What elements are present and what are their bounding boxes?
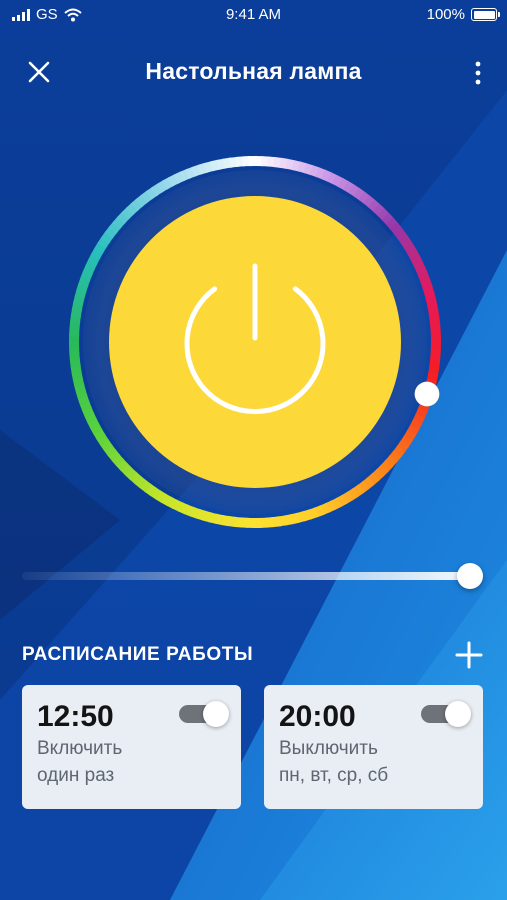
schedule-title: РАСПИСАНИЕ РАБОТЫ <box>22 644 254 665</box>
hue-slider-handle[interactable] <box>414 381 440 407</box>
schedule-toggle[interactable] <box>179 701 229 727</box>
schedule-card[interactable]: 12:50 Включить один раз <box>22 685 241 809</box>
plus-icon[interactable] <box>452 638 486 672</box>
schedule-repeat: один раз <box>37 765 115 786</box>
page-title: Настольная лампа <box>145 58 362 84</box>
battery-icon <box>471 8 500 21</box>
status-bar: GS 9:41 AM 100% <box>0 0 507 30</box>
schedule-time: 12:50 <box>37 700 114 733</box>
brightness-slider[interactable] <box>22 562 484 592</box>
schedule-action: Включить <box>37 738 123 759</box>
header: Настольная лампа <box>0 50 507 94</box>
brightness-thumb[interactable] <box>457 563 483 589</box>
schedule-card[interactable]: 20:00 Выключить пн, вт, ср, сб <box>264 685 483 809</box>
brightness-track[interactable] <box>22 572 470 580</box>
schedule-time: 20:00 <box>279 700 356 733</box>
color-wheel[interactable] <box>65 152 445 532</box>
schedule-toggle[interactable] <box>421 701 471 727</box>
schedule-action: Выключить <box>279 738 378 759</box>
lamp-power-button[interactable] <box>109 196 401 488</box>
battery-percent: 100% <box>426 6 465 23</box>
more-vertical-icon[interactable] <box>473 60 483 86</box>
schedule-repeat: пн, вт, ср, сб <box>279 765 389 786</box>
